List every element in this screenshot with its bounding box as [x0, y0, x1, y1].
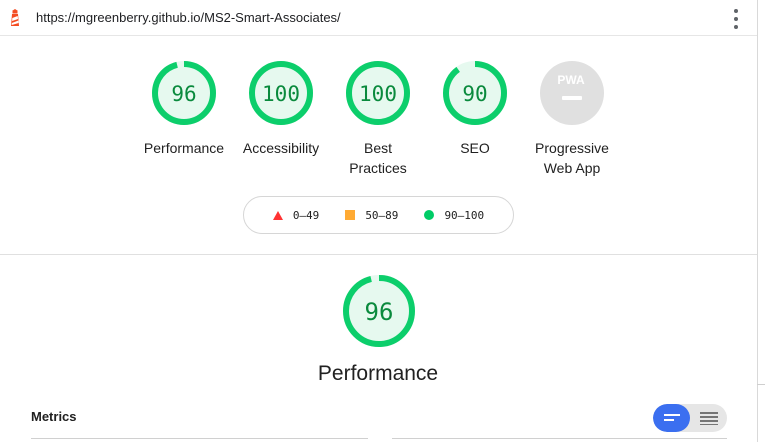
- list-view-icon[interactable]: [653, 404, 690, 432]
- score-scale-legend: 0–49 50–89 90–100: [243, 196, 514, 234]
- lighthouse-icon: [11, 9, 19, 26]
- legend-fail-range: 0–49: [292, 208, 320, 222]
- section-divider: [0, 254, 757, 255]
- gauge-label: Accessibility: [242, 140, 320, 156]
- section-score: 96: [365, 298, 394, 326]
- triangle-icon: [272, 210, 283, 220]
- gauge-score: 100: [262, 82, 300, 106]
- gauge-score: 100: [359, 82, 397, 106]
- lighthouse-report: https://mgreenberry.github.io/MS2-Smart-…: [0, 0, 765, 442]
- gauge-best-practices[interactable]: 100 Best Practices: [323, 60, 433, 178]
- report-url[interactable]: https://mgreenberry.github.io/MS2-Smart-…: [36, 10, 341, 25]
- gauge-performance[interactable]: 96 Performance: [129, 60, 239, 158]
- legend-fail: 0–49: [272, 208, 320, 222]
- gauge-label: SEO: [460, 140, 490, 156]
- circle-icon: [424, 210, 435, 220]
- seo-gauge-ring: 90: [443, 61, 507, 125]
- gauge-pwa[interactable]: PWA Progressive Web App: [517, 60, 627, 178]
- scrollbar-track[interactable]: [757, 0, 765, 442]
- metrics-heading: Metrics: [31, 409, 77, 424]
- kebab-menu-icon[interactable]: [730, 9, 742, 29]
- gauge-label: Best Practices: [349, 138, 407, 178]
- gauge-label-line: Practices: [349, 160, 407, 176]
- best-practices-gauge-ring: 100: [346, 61, 410, 125]
- performance-section-gauge: 96: [343, 275, 415, 347]
- metric-row-divider: [31, 438, 368, 439]
- square-icon: [345, 210, 356, 220]
- metric-row-divider: [392, 438, 727, 439]
- gauge-label-line: Progressive: [535, 140, 609, 156]
- accessibility-gauge-ring: 100: [249, 61, 313, 125]
- legend-pass: 90–100: [424, 209, 484, 222]
- metrics-view-toggle: [653, 404, 727, 432]
- gauge-label: Progressive Web App: [535, 138, 609, 178]
- gauge-score: 96: [171, 82, 196, 106]
- gauge-seo[interactable]: 90 SEO: [420, 60, 530, 158]
- legend-pass-range: 90–100: [444, 208, 485, 222]
- report-topbar: https://mgreenberry.github.io/MS2-Smart-…: [0, 0, 757, 36]
- scrollbar-mark: [757, 384, 765, 385]
- pwa-badge-icon: PWA: [540, 61, 604, 125]
- legend-average: 50–89: [345, 209, 398, 222]
- section-title: Performance: [317, 362, 439, 385]
- pwa-badge-text: PWA: [557, 73, 585, 87]
- gauge-label: Performance: [143, 140, 225, 156]
- legend-average-range: 50–89: [365, 208, 399, 222]
- performance-gauge-ring: 96: [152, 61, 216, 125]
- table-view-icon[interactable]: [690, 404, 727, 432]
- gauge-label-line: Web App: [543, 160, 601, 176]
- gauge-accessibility[interactable]: 100 Accessibility: [226, 60, 336, 158]
- gauge-score: 90: [462, 82, 487, 106]
- gauge-label-line: Best: [363, 140, 392, 156]
